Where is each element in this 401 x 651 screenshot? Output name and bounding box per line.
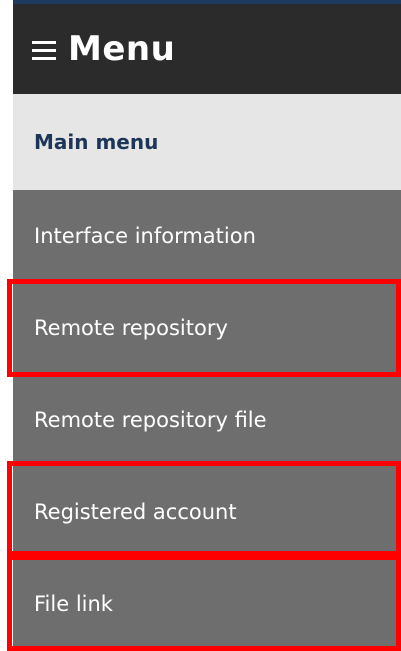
menu-item-label: Registered account xyxy=(34,499,237,524)
menu-header[interactable]: Menu xyxy=(13,4,401,94)
menu-item-registered-account[interactable]: Registered account xyxy=(13,466,401,558)
hamburger-icon[interactable] xyxy=(32,41,56,61)
main-menu-item[interactable]: Main menu xyxy=(13,94,401,190)
menu-item-interface-information[interactable]: Interface information xyxy=(13,190,401,282)
menu-title: Menu xyxy=(68,29,176,69)
menu-panel: Menu Main menu Interface information Rem… xyxy=(13,0,401,651)
menu-item-label: File link xyxy=(34,592,113,616)
menu-item-file-link[interactable]: File link xyxy=(13,558,401,651)
menu-item-remote-repository-file[interactable]: Remote repository file xyxy=(13,374,401,466)
menu-item-label: Remote repository xyxy=(34,315,228,340)
menu-item-remote-repository[interactable]: Remote repository xyxy=(13,282,401,374)
main-menu-label: Main menu xyxy=(34,130,159,154)
menu-item-label: Remote repository file xyxy=(34,407,267,432)
menu-item-label: Interface information xyxy=(34,223,256,248)
